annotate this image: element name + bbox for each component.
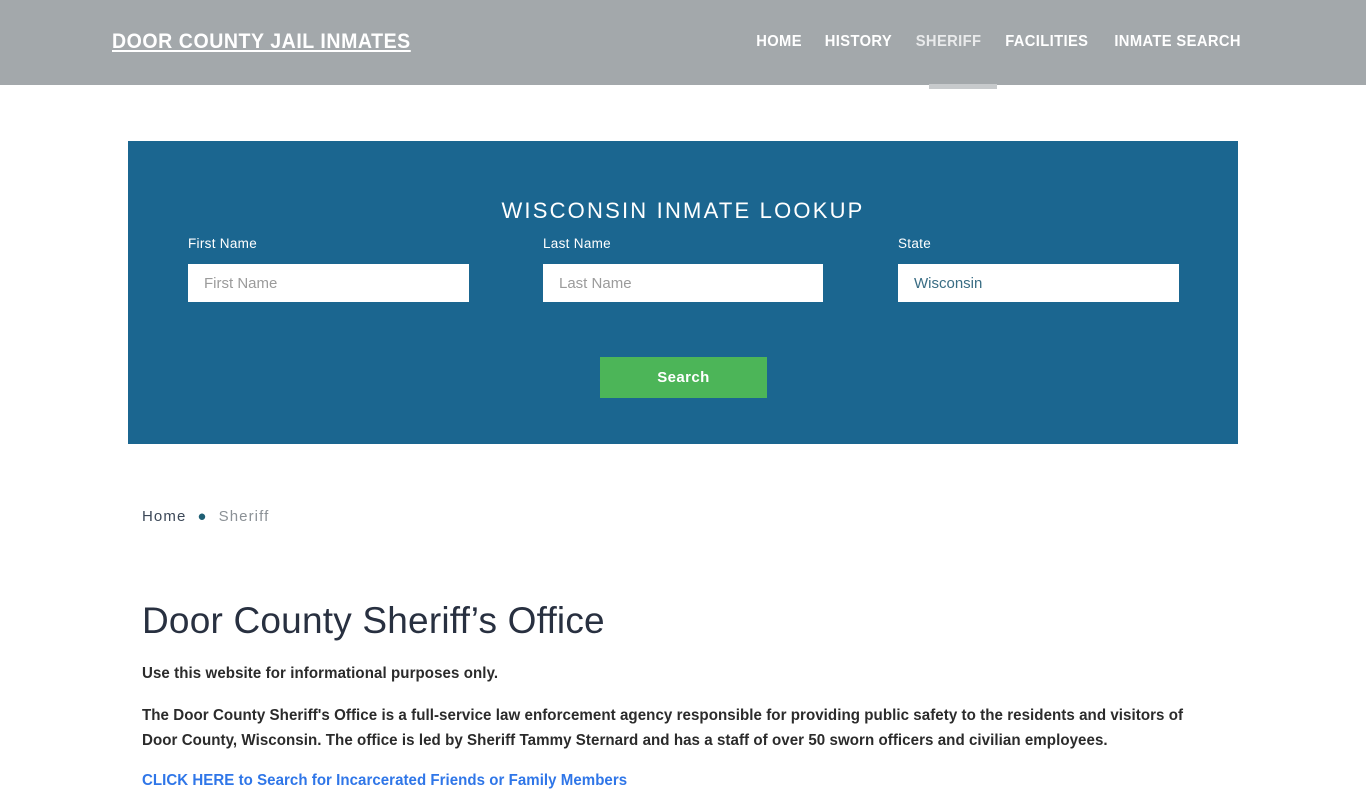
- search-button[interactable]: Search: [600, 357, 767, 398]
- lookup-panel-title: WISCONSIN INMATE LOOKUP: [501, 198, 865, 224]
- nav-item-history[interactable]: HISTORY: [816, 33, 902, 51]
- breadcrumb-item-home[interactable]: Home: [142, 508, 186, 525]
- site-header: Door County Jail Inmates HOME HISTORY SH…: [0, 0, 1366, 85]
- breadcrumb-separator-icon: ●: [197, 507, 208, 525]
- state-input[interactable]: [898, 264, 1179, 302]
- inmate-lookup-panel: WISCONSIN INMATE LOOKUP First Name Last …: [128, 141, 1238, 444]
- nav-item-facilities[interactable]: FACILITIES: [996, 33, 1098, 51]
- inmate-search-cta-link[interactable]: CLICK HERE to Search for Incarcerated Fr…: [142, 772, 627, 790]
- state-label: State: [898, 236, 932, 251]
- nav-item-sheriff[interactable]: SHERIFF: [906, 33, 991, 51]
- nav-item-inmate-search[interactable]: INMATE SEARCH: [1105, 33, 1251, 51]
- state-field-group: State: [898, 236, 1179, 302]
- first-name-input[interactable]: [188, 264, 469, 302]
- page-title: Door County Sheriff’s Office: [142, 600, 605, 641]
- breadcrumb-item-current: Sheriff: [218, 507, 270, 525]
- article-paragraph: The Door County Sheriff's Office is a fu…: [142, 706, 1184, 749]
- main-content: Home ● Sheriff Door County Sheriff’s Off…: [142, 500, 1242, 790]
- nav-item-home[interactable]: HOME: [747, 33, 812, 51]
- first-name-label: First Name: [188, 236, 258, 251]
- last-name-input[interactable]: [543, 264, 823, 302]
- nav-active-indicator: [929, 84, 997, 89]
- article-lede: Use this website for informational purpo…: [142, 664, 499, 682]
- main-navigation: HOME HISTORY SHERIFF FACILITIES INMATE S…: [745, 33, 1254, 51]
- first-name-field-group: First Name: [188, 236, 469, 302]
- site-brand-logo[interactable]: Door County Jail Inmates: [112, 30, 411, 54]
- last-name-label: Last Name: [543, 236, 611, 251]
- breadcrumb: Home ● Sheriff: [142, 500, 1242, 532]
- last-name-field-group: Last Name: [543, 236, 823, 302]
